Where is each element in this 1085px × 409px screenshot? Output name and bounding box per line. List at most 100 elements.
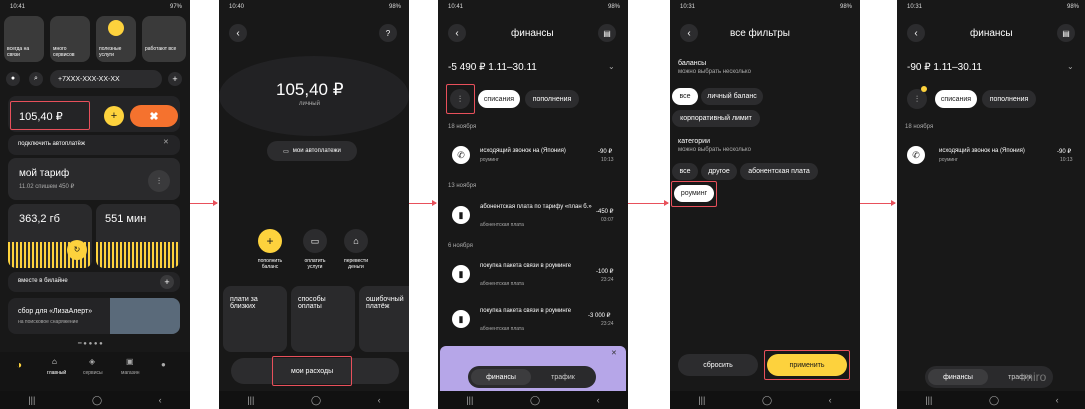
back-icon[interactable]: ‹ <box>829 395 832 405</box>
document-icon[interactable]: ▤ <box>1057 24 1075 42</box>
recents-icon[interactable]: ||| <box>925 395 932 405</box>
back-icon[interactable]: ‹ <box>159 395 162 405</box>
reset-button[interactable]: сбросить <box>678 354 758 376</box>
tab-services[interactable]: сервисы <box>83 370 103 376</box>
close-icon[interactable]: ✕ <box>163 138 169 146</box>
tx-sub: роуминг <box>480 157 499 163</box>
action-label: перевести деньги <box>343 258 368 270</box>
battery-level: 98% <box>1066 4 1079 10</box>
home-button-icon[interactable]: ◯ <box>92 395 102 406</box>
balance-sub[interactable]: личный <box>299 101 320 107</box>
chip-debits[interactable]: списания <box>478 90 520 108</box>
chip-topups[interactable]: пополнения <box>982 90 1036 108</box>
story-card[interactable]: всегда на связи <box>4 16 44 62</box>
wallet-icon[interactable]: ▭ <box>303 229 327 253</box>
recents-icon[interactable]: ||| <box>28 395 35 405</box>
promo-title: сбор для «ЛизаАлерт» <box>18 308 93 315</box>
home-button-icon[interactable]: ◯ <box>762 395 772 406</box>
tx-name[interactable]: исходящий звонок на (Япония) <box>939 148 1025 154</box>
chip-other[interactable]: другое <box>701 163 737 180</box>
topup-button[interactable]: + <box>258 229 282 253</box>
help-icon[interactable]: ? <box>379 24 397 42</box>
recents-icon[interactable]: ||| <box>466 395 473 405</box>
search-icon[interactable]: ⌕ <box>29 72 43 86</box>
my-spend-button[interactable]: мои расходы <box>291 368 333 375</box>
tx-time: 23:24 <box>601 277 614 283</box>
back-button[interactable]: ‹ <box>229 24 247 42</box>
flow-arrow <box>628 200 669 206</box>
story-card[interactable]: много сервисов <box>50 16 90 62</box>
tab-traffic[interactable]: трафик <box>535 369 591 385</box>
chevron-down-icon[interactable]: ⌄ <box>1067 62 1074 71</box>
tab-shop[interactable]: магазин <box>121 370 140 376</box>
story-card[interactable]: полезные услуги <box>96 16 136 62</box>
screen-filters: 10:31 98% ‹ все фильтры балансы можно выб… <box>670 0 860 409</box>
period-total: -5 490 ₽ 1.11–30.11 <box>448 62 537 73</box>
back-icon[interactable]: ‹ <box>597 395 600 405</box>
home-icon[interactable]: ⌂ <box>52 357 57 366</box>
add-icon[interactable]: + <box>168 72 182 86</box>
back-button[interactable]: ‹ <box>907 24 925 42</box>
system-navbar: ||| ◯ ‹ <box>0 391 190 409</box>
filter-icon[interactable]: ⫶ <box>907 89 927 109</box>
chip-all[interactable]: все <box>672 88 698 105</box>
promo-card[interactable] <box>8 298 180 334</box>
tx-name[interactable]: покупка пакета связи в роуминге <box>480 263 580 269</box>
back-button[interactable]: ‹ <box>680 24 698 42</box>
tx-name[interactable]: абонентская плата по тарифу «план б.» <box>480 204 592 210</box>
chip-subscription[interactable]: абонентская плата <box>740 163 818 180</box>
settings-sliders-icon[interactable]: ⫶ <box>148 170 170 192</box>
chat-icon[interactable]: ● <box>161 360 166 369</box>
date-header: 13 ноября <box>448 183 477 189</box>
section-title: балансы <box>678 60 707 67</box>
tab-finances[interactable]: финансы <box>471 369 531 385</box>
tx-time: 10:13 <box>601 157 614 163</box>
chip-debits[interactable]: списания <box>935 90 977 108</box>
tx-name[interactable]: покупка пакета связи в роуминге <box>480 308 580 314</box>
action-label: пополнить баланс <box>257 258 283 270</box>
system-navbar: ||| ◯ ‹ <box>897 391 1085 409</box>
services-icon[interactable]: ◈ <box>89 357 95 366</box>
chip-all[interactable]: все <box>672 163 698 180</box>
status-time: 10:41 <box>448 4 464 10</box>
story-card[interactable]: работают все <box>142 16 186 62</box>
profile-icon[interactable]: ● <box>6 72 20 86</box>
watermark: miro <box>1023 370 1047 384</box>
tx-name[interactable]: исходящий звонок на (Япония) <box>480 148 566 154</box>
chip-personal[interactable]: личный баланс <box>701 88 763 105</box>
home-button-icon[interactable]: ◯ <box>530 395 540 406</box>
chip-corporate[interactable]: корпоративный лимит <box>672 110 760 127</box>
back-icon[interactable]: ‹ <box>378 395 381 405</box>
bank-icon[interactable]: ⌂ <box>344 229 368 253</box>
home-button-icon[interactable]: ◯ <box>311 395 321 406</box>
phone-number-selector[interactable]: +7XXX-XXX-XX-XX <box>50 70 162 88</box>
recents-icon[interactable]: ||| <box>247 395 254 405</box>
beeline-logo-icon[interactable]: ◑ <box>16 360 22 371</box>
home-button-icon[interactable]: ◯ <box>989 395 999 406</box>
filter-active-dot <box>921 86 927 92</box>
autopay-button[interactable]: ▭ мои автоплатежи <box>267 141 357 161</box>
add-icon[interactable]: + <box>160 275 174 289</box>
document-icon[interactable]: ▤ <box>598 24 616 42</box>
battery-level: 98% <box>607 4 620 10</box>
exchange-icon[interactable]: ↻ <box>67 240 87 260</box>
heart-icon <box>108 20 124 36</box>
screen-finances: 10:41 98% ‹ финансы ▤ -5 490 ₽ 1.11–30.11… <box>438 0 628 409</box>
promo-image <box>110 298 180 334</box>
chevron-down-icon[interactable]: ⌄ <box>608 62 615 71</box>
close-icon[interactable]: ✕ <box>611 349 617 357</box>
tab-home[interactable]: главный <box>47 370 66 376</box>
x-button[interactable]: ✖ <box>130 105 178 127</box>
action-label: оплатить услуги <box>304 258 326 270</box>
flow-arrow <box>409 200 437 206</box>
topup-button[interactable]: + <box>104 106 124 126</box>
recents-icon[interactable]: ||| <box>698 395 705 405</box>
back-icon[interactable]: ‹ <box>1056 395 1059 405</box>
date-header: 18 ноября <box>905 124 934 130</box>
chip-topups[interactable]: пополнения <box>525 90 579 108</box>
tab-finances[interactable]: финансы <box>928 369 988 385</box>
date-header: 6 ноября <box>448 243 473 249</box>
shop-icon[interactable]: ▣ <box>126 357 134 366</box>
back-button[interactable]: ‹ <box>448 24 466 42</box>
system-navbar: ||| ◯ ‹ <box>219 391 409 409</box>
